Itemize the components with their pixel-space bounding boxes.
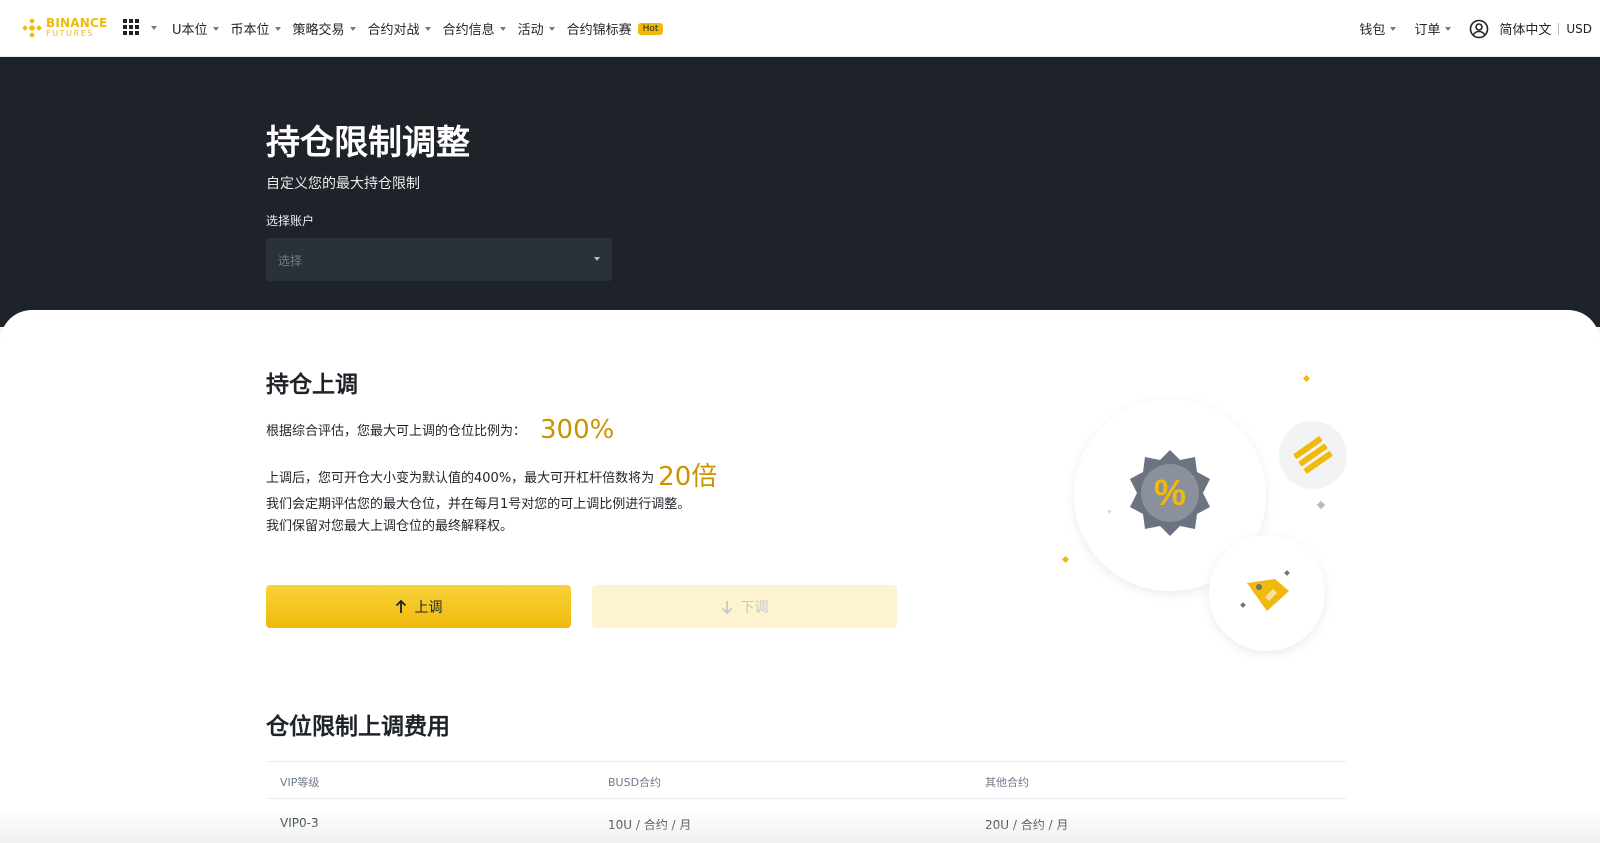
binance-logo-icon — [22, 17, 42, 38]
chevron-down-icon — [151, 26, 157, 30]
user-account-icon[interactable] — [1469, 19, 1489, 39]
ratio-text: 根据综合评估，您最大可上调的仓位比例为： — [266, 424, 527, 439]
nav-label: 币本位 — [230, 23, 270, 38]
language-selector[interactable]: 简体中文 — [1499, 19, 1551, 38]
nav-label: 订单 — [1414, 23, 1441, 38]
svg-text:%: % — [1154, 472, 1186, 513]
chevron-down-icon — [1390, 26, 1397, 31]
leverage-value: 20倍 — [658, 462, 718, 492]
nav-label: 钱包 — [1359, 23, 1386, 38]
chevron-down-icon — [1445, 26, 1452, 31]
currency-selector[interactable]: USD — [1566, 22, 1592, 36]
nav-strategy-trading[interactable]: 策略交易 — [293, 19, 356, 38]
note-line-1: 我们会定期评估您的最大仓位，并在每月1号对您的可上调比例进行调整。 — [266, 497, 691, 512]
nav-label: 策略交易 — [292, 23, 345, 38]
increase-button-label: 上调 — [414, 599, 443, 616]
cell-busd-fee: 10U / 合约 / 月 — [608, 818, 692, 832]
nav-label: 合约对战 — [367, 23, 420, 38]
account-select-label: 选择账户 — [266, 214, 315, 228]
increase-section-title: 持仓上调 — [266, 372, 358, 398]
hero-section: 持仓限制调整 自定义您的最大持仓限制 选择账户 选择 — [0, 57, 1600, 327]
chevron-down-icon — [499, 26, 506, 31]
nav-usdm-futures[interactable]: U本位 — [172, 19, 219, 38]
position-limit-illustration: % — [1061, 374, 1347, 651]
nav-label: U本位 — [172, 23, 208, 38]
divider — [1558, 22, 1560, 35]
logo-text-futures: FUTURES — [46, 29, 95, 38]
nav-futures-tournament[interactable]: 合约锦标赛 Hot — [567, 19, 664, 38]
nav-label: 合约锦标赛 — [566, 23, 632, 38]
decrease-button[interactable]: 下调 — [592, 585, 897, 628]
chevron-down-icon — [212, 26, 219, 31]
hot-badge: Hot — [637, 22, 664, 35]
fees-table: VIP等级 BUSD合约 其他合约 VIP0-3 10U / 合约 / 月 20… — [266, 761, 1346, 843]
chevron-down-icon — [424, 26, 431, 31]
ratio-value: 300% — [540, 415, 615, 445]
nav-orders[interactable]: 订单 — [1414, 19, 1452, 38]
logo-text-binance: BINANCE — [46, 16, 108, 30]
increase-button[interactable]: 上调 — [266, 585, 571, 628]
binance-futures-logo[interactable]: BINANCE FUTURES — [22, 17, 107, 38]
arrow-down-icon — [721, 600, 732, 614]
leverage-text: 上调后，您可开仓大小变为默认值的400%，最大可开杠杆倍数将为 — [266, 471, 655, 486]
leverage-line: 上调后，您可开仓大小变为默认值的400%，最大可开杠杆倍数将为 20倍 — [266, 456, 717, 493]
header-vip-level: VIP等级 — [280, 776, 320, 789]
page-subtitle: 自定义您的最大持仓限制 — [266, 176, 420, 192]
ratio-line: 根据综合评估，您最大可上调的仓位比例为： 300% — [266, 415, 614, 445]
account-select-placeholder: 选择 — [278, 254, 303, 268]
nav-label: 合约信息 — [442, 23, 495, 38]
fees-section-title: 仓位限制上调费用 — [266, 714, 450, 740]
table-row: VIP0-3 10U / 合约 / 月 20U / 合约 / 月 — [266, 799, 1346, 843]
cell-vip-level: VIP0-3 — [280, 816, 319, 830]
page-title: 持仓限制调整 — [266, 123, 470, 163]
decrease-button-label: 下调 — [740, 599, 769, 616]
header-other-contract: 其他合约 — [985, 776, 1029, 789]
main-card: 持仓上调 根据综合评估，您最大可上调的仓位比例为： 300% 上调后，您可开仓大小… — [0, 310, 1600, 843]
nav-futures-battle[interactable]: 合约对战 — [368, 19, 431, 38]
table-header: VIP等级 BUSD合约 其他合约 — [266, 761, 1346, 799]
nav-label: 活动 — [517, 23, 544, 38]
cell-other-fee: 20U / 合约 / 月 — [985, 818, 1069, 832]
top-nav: BINANCE FUTURES U本位 币本位 策略交易 合约对战 合约信息 活… — [0, 0, 1600, 57]
nav-wallet[interactable]: 钱包 — [1359, 19, 1397, 38]
account-select[interactable]: 选择 — [266, 238, 612, 281]
chevron-down-icon — [349, 26, 356, 31]
chevron-down-icon — [274, 26, 281, 31]
chevron-down-icon — [548, 26, 555, 31]
header-busd-contract: BUSD合约 — [608, 776, 662, 789]
nav-activities[interactable]: 活动 — [518, 19, 555, 38]
nav-futures-info[interactable]: 合约信息 — [443, 19, 506, 38]
note-line-2: 我们保留对您最大上调仓位的最终解释权。 — [266, 519, 514, 534]
nav-coinm-futures[interactable]: 币本位 — [231, 19, 281, 38]
apps-grid-icon[interactable] — [123, 19, 139, 35]
chevron-down-icon — [594, 257, 600, 261]
arrow-up-icon — [395, 599, 406, 613]
